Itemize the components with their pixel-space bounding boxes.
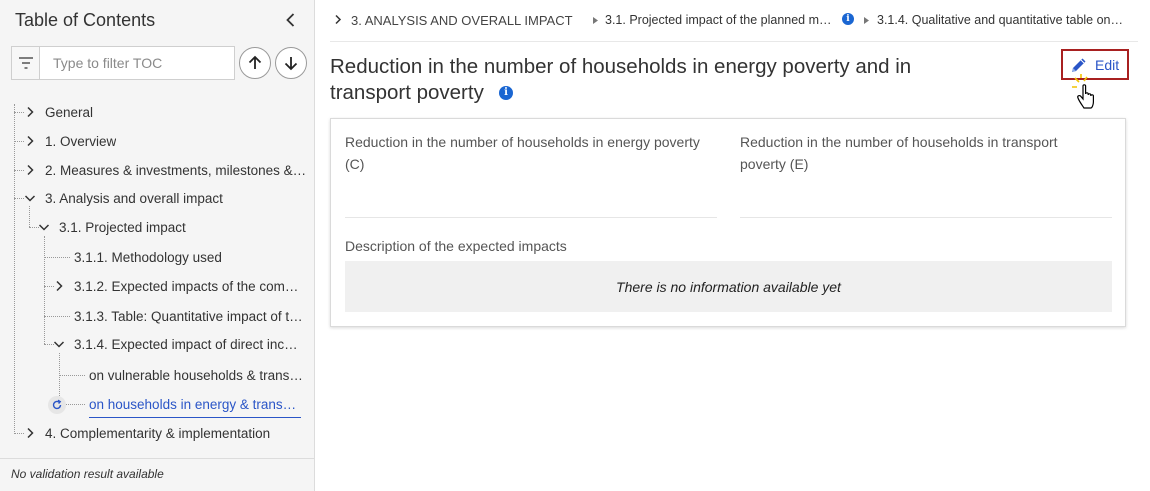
arrow-up-icon (248, 55, 262, 69)
toc-item-label: 1. Overview (45, 133, 117, 149)
chevron-right-icon (24, 135, 36, 147)
toc-item-methodology[interactable]: 3.1.1. Methodology used (74, 245, 309, 269)
chevron-right-icon (24, 427, 36, 439)
chevron-left-icon (286, 13, 295, 27)
pencil-icon (1072, 58, 1086, 72)
chevron-down-icon (53, 338, 65, 350)
transport-poverty-value (740, 217, 1112, 218)
edit-label: Edit (1095, 56, 1120, 73)
toc-item-direct-income[interactable]: 3.1.4. Expected impact of direct inco… (53, 332, 304, 356)
triangle-right-icon (590, 15, 600, 26)
toc-item-label: 3.1.1. Methodology used (74, 249, 222, 265)
hand-cursor-icon (1072, 74, 1094, 109)
validation-status-text: No validation result available (11, 467, 164, 481)
toc-item-label: 3. Analysis and overall impact (45, 190, 223, 206)
toc-header: Table of Contents (0, 0, 314, 40)
chevron-down-icon (38, 221, 50, 233)
toc-item-quantitative-table[interactable]: 3.1.3. Table: Quantitative impact of th… (74, 304, 304, 328)
toc-item-label: 3.1.2. Expected impacts of the compo… (74, 278, 304, 294)
impact-card: Reduction in the number of households in… (330, 118, 1126, 327)
chevron-down-icon (24, 192, 36, 204)
toc-next-button[interactable] (275, 47, 307, 79)
toc-sidebar: Table of Contents Type to filter TOC Gen… (0, 0, 315, 491)
transport-poverty-label: Reduction in the number of households in… (740, 134, 1058, 172)
toc-item-label: on households in energy & transpo… (89, 397, 301, 412)
breadcrumb: 3. ANALYSIS AND OVERALL IMPACT 3.1. Proj… (330, 0, 1138, 42)
breadcrumb-item-projected-impact[interactable]: 3.1. Projected impact of the planned m… (605, 13, 837, 27)
toc-item-analysis[interactable]: 3. Analysis and overall impact (24, 186, 309, 210)
breadcrumb-item-analysis[interactable]: 3. ANALYSIS AND OVERALL IMPACT (351, 13, 589, 28)
toc-filter-input[interactable] (40, 47, 234, 79)
energy-poverty-label: Reduction in the number of households in… (345, 134, 700, 172)
info-icon[interactable]: i (842, 13, 854, 25)
info-icon[interactable]: i (499, 86, 513, 100)
filter-icon[interactable] (12, 47, 40, 79)
arrow-down-icon (284, 57, 298, 71)
toc-item-label: 2. Measures & investments, milestones & … (45, 162, 309, 178)
toc-item-expected-impacts[interactable]: 3.1.2. Expected impacts of the compo… (53, 274, 304, 298)
collapse-toc-button[interactable] (282, 11, 300, 29)
description-label: Description of the expected impacts (345, 238, 567, 254)
toc-item-energy-transport-households[interactable]: on households in energy & transpo… (89, 392, 301, 418)
toc-item-label: General (45, 104, 94, 120)
chevron-right-icon (24, 164, 36, 176)
chevron-right-icon (333, 14, 343, 25)
breadcrumb-item-current: 3.1.4. Qualitative and quantitative tabl… (877, 13, 1123, 27)
page-title: Reduction in the number of households in… (330, 55, 912, 104)
toc-item-general[interactable]: General (24, 100, 309, 124)
toc-item-label: 3.1.3. Table: Quantitative impact of th… (74, 308, 304, 324)
toc-item-measures[interactable]: 2. Measures & investments, milestones & … (24, 158, 309, 182)
toc-item-overview[interactable]: 1. Overview (24, 129, 309, 153)
toc-previous-button[interactable] (239, 47, 271, 79)
chevron-right-icon (24, 106, 36, 118)
refresh-icon (48, 396, 66, 414)
empty-description-message: There is no information available yet (345, 261, 1112, 312)
toc-item-label: 3.1. Projected impact (59, 219, 186, 235)
toc-item-projected-impact[interactable]: 3.1. Projected impact (38, 215, 309, 239)
toc-item-complementarity[interactable]: 4. Complementarity & implementation (24, 421, 309, 445)
toc-filter (11, 46, 235, 80)
triangle-right-icon (861, 15, 871, 26)
toc-item-label: 4. Complementarity & implementation (45, 425, 271, 441)
chevron-right-icon (53, 280, 65, 292)
validation-status: No validation result available (0, 458, 314, 491)
toc-item-vulnerable-households[interactable]: on vulnerable households & transp… (89, 363, 304, 387)
toc-title: Table of Contents (15, 10, 156, 30)
energy-poverty-value (345, 217, 717, 218)
toc-item-label: 3.1.4. Expected impact of direct inco… (74, 336, 304, 352)
toc-item-label: on vulnerable households & transp… (89, 367, 304, 383)
